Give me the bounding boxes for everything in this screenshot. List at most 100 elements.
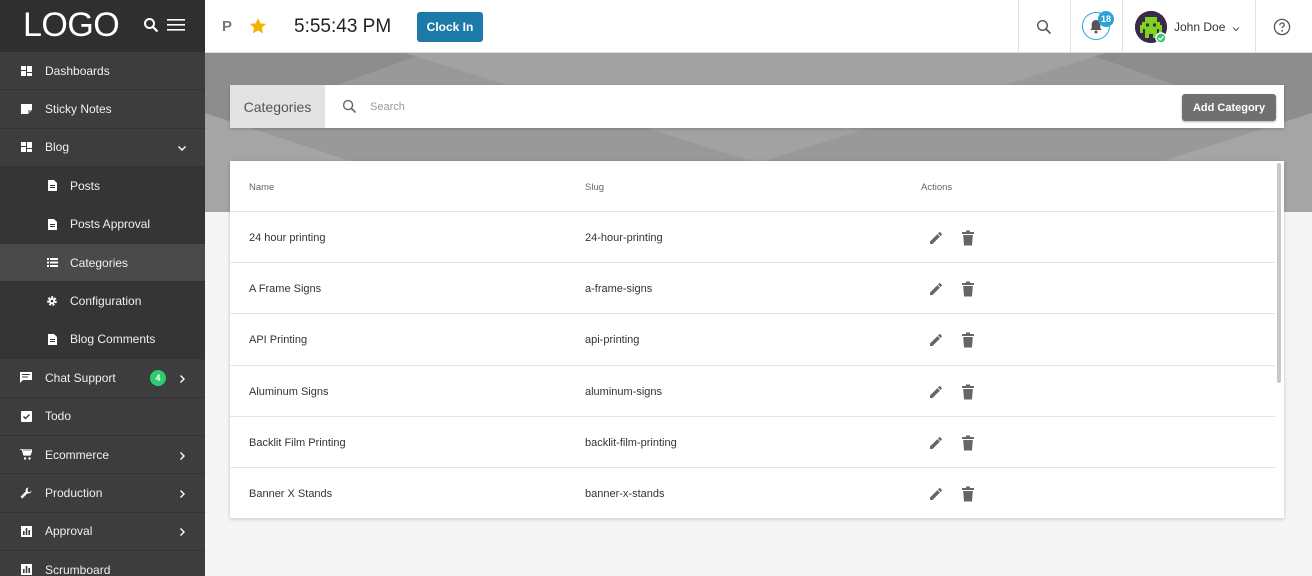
edit-icon[interactable] [928,281,944,297]
category-name: Backlit Film Printing [249,436,346,449]
edit-icon[interactable] [928,230,944,246]
category-name: Banner X Stands [249,488,333,500]
edit-icon[interactable] [928,384,944,400]
trash-icon[interactable] [961,230,975,246]
sidebar-item-approval[interactable]: Approval [0,513,205,552]
table-row[interactable]: Aluminum Signs aluminum-signs [230,366,1275,417]
sidebar-item-label: Dashboards [45,63,110,78]
chart-icon [19,524,33,538]
sidebar-item-label: Chat Support [45,370,116,385]
trash-icon[interactable] [961,435,975,451]
sidebar-item-dashboards[interactable]: Dashboards [0,52,205,91]
file-icon [45,217,59,231]
sidebar-item-chat-support[interactable]: Chat Support 4 [0,359,205,398]
sidebar-item-categories[interactable]: Categories [0,243,205,283]
category-slug: backlit-film-printing [585,436,677,449]
scrollbar[interactable] [1277,163,1281,383]
sidebar-item-label: Todo [45,409,72,424]
dashboard-icon [19,64,33,78]
sidebar-header: LOGO [0,0,205,52]
dashboard-icon [19,140,33,154]
column-header-slug[interactable]: Slug [585,182,604,193]
categories-table: Name Slug Actions 24 hour printing 24-hou… [230,161,1284,518]
sidebar-item-posts-approval[interactable]: Posts Approval [0,205,205,244]
edit-icon[interactable] [928,486,944,502]
divider [1255,0,1256,53]
divider [1018,0,1019,53]
sidebar-item-label: Production [45,485,103,500]
table-row[interactable]: 24 hour printing 24-hour-printing [230,212,1275,264]
note-icon [19,102,33,116]
sidebar-item-configuration[interactable]: Configuration [0,282,205,321]
table-header: Name Slug Actions [230,161,1275,212]
sidebar-item-label: Posts [70,178,101,193]
table-row[interactable]: Banner X Stands banner-x-stands [230,468,1275,518]
sidebar-item-blog[interactable]: Blog [0,129,205,168]
menu-icon[interactable] [166,15,186,35]
chevron-right-icon[interactable] [177,373,187,383]
logo: LOGO [23,6,120,44]
star-icon[interactable] [248,16,268,36]
p-label[interactable]: P [222,18,232,35]
sidebar-item-todo[interactable]: Todo [0,398,205,436]
edit-icon[interactable] [928,332,944,348]
sidebar-item-sticky-notes[interactable]: Sticky Notes [0,90,205,129]
clock-time: 5:55:43 PM [294,16,392,37]
avatar[interactable] [1135,11,1167,44]
chat-icon [19,371,33,385]
sidebar-item-posts[interactable]: Posts [0,167,205,206]
file-icon [45,332,59,346]
header-search-icon[interactable] [1036,19,1052,35]
add-category-button[interactable]: Add Category [1182,94,1276,121]
trash-icon[interactable] [961,332,975,348]
help-icon[interactable] [1273,18,1291,36]
sidebar-item-label: Approval [45,524,93,539]
sidebar-item-label: Ecommerce [45,447,110,462]
trash-icon[interactable] [961,486,975,502]
column-header-actions: Actions [921,182,953,193]
gear-icon [45,294,59,308]
column-header-name[interactable]: Name [249,182,274,193]
sidebar-item-label: Configuration [70,294,142,309]
trash-icon[interactable] [961,281,975,297]
sidebar-item-production[interactable]: Production [0,474,205,513]
chevron-right-icon[interactable] [177,488,187,498]
sidebar-item-scrumboard[interactable]: Scrumboard [0,551,205,576]
category-name: Aluminum Signs [249,385,329,398]
chevron-right-icon[interactable] [177,526,187,537]
sidebar: LOGO Dashboards Sticky Notes Blog Posts Post… [0,0,205,576]
chart-icon [19,563,33,576]
category-slug: banner-x-stands [585,488,665,500]
wrench-icon [19,486,33,500]
table-row[interactable]: API Printing api-printing [230,314,1275,366]
sidebar-item-label: Posts Approval [70,217,151,232]
category-slug: a-frame-signs [585,283,653,296]
top-header: P 5:55:43 PM Clock In 18 John Doe [205,0,1312,53]
category-name: A Frame Signs [249,283,322,296]
page-title: Categories [230,85,325,128]
search-icon[interactable] [141,15,161,35]
search-input[interactable] [370,97,870,117]
user-name[interactable]: John Doe [1174,20,1225,34]
chevron-down-icon[interactable] [177,142,187,152]
sidebar-item-label: Scrumboard [45,562,111,576]
table-row[interactable]: A Frame Signs a-frame-signs [230,263,1275,315]
chevron-right-icon[interactable] [177,450,187,460]
table-row[interactable]: Backlit Film Printing backlit-film-printi… [230,417,1275,468]
category-slug: aluminum-signs [585,385,663,398]
trash-icon[interactable] [961,384,975,400]
category-name: API Printing [249,334,308,347]
chevron-down-icon[interactable] [1231,21,1241,32]
sidebar-item-ecommerce[interactable]: Ecommerce [0,436,205,475]
notification-badge: 18 [1098,11,1114,27]
categories-toolbar: Categories Add Category [230,85,1284,128]
clock-in-button[interactable]: Clock In [417,12,483,42]
search-icon [342,99,357,114]
category-slug: api-printing [585,334,640,347]
edit-icon[interactable] [928,435,944,451]
cart-icon [19,448,33,462]
divider [1122,0,1123,53]
sidebar-item-blog-comments[interactable]: Blog Comments [0,320,205,360]
chat-count-badge: 4 [150,369,166,386]
check-icon [19,409,33,423]
